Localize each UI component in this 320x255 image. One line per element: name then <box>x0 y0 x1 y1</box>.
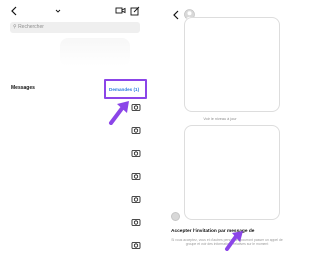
camera-icon[interactable] <box>131 171 141 181</box>
see-story-label[interactable]: Voir le niveau à jour <box>151 117 289 121</box>
search-input[interactable]: ⚲ Rechercher <box>10 22 140 33</box>
search-icon: ⚲ <box>13 24 17 30</box>
arrow-pointer-icon <box>109 101 129 125</box>
back-icon[interactable] <box>10 6 18 16</box>
back-icon[interactable] <box>172 10 180 20</box>
camera-icon[interactable] <box>131 240 141 250</box>
story-card[interactable] <box>184 17 280 112</box>
camera-icon[interactable] <box>131 194 141 204</box>
notes-area <box>60 38 130 66</box>
requests-link[interactable]: Demandes (1) <box>109 87 139 92</box>
camera-icon[interactable] <box>131 148 141 158</box>
arrow-pointer-icon <box>225 231 243 251</box>
camera-icon[interactable] <box>131 102 141 112</box>
inbox-panel: ⚲ Rechercher Messages Demandes (1) <box>0 0 147 255</box>
camera-icon[interactable] <box>131 217 141 227</box>
search-placeholder: Rechercher <box>18 24 44 30</box>
story-card[interactable] <box>184 125 280 220</box>
conversation-panel: Voir le niveau à jour Accepter l’invitat… <box>151 0 289 255</box>
avatar <box>171 212 180 221</box>
requests-highlight-box: Demandes (1) <box>104 79 147 99</box>
video-call-icon[interactable] <box>115 6 126 15</box>
chevron-down-icon[interactable] <box>55 9 61 13</box>
messages-heading: Messages <box>11 85 35 91</box>
camera-icon[interactable] <box>131 125 141 135</box>
new-message-icon[interactable] <box>130 6 140 16</box>
